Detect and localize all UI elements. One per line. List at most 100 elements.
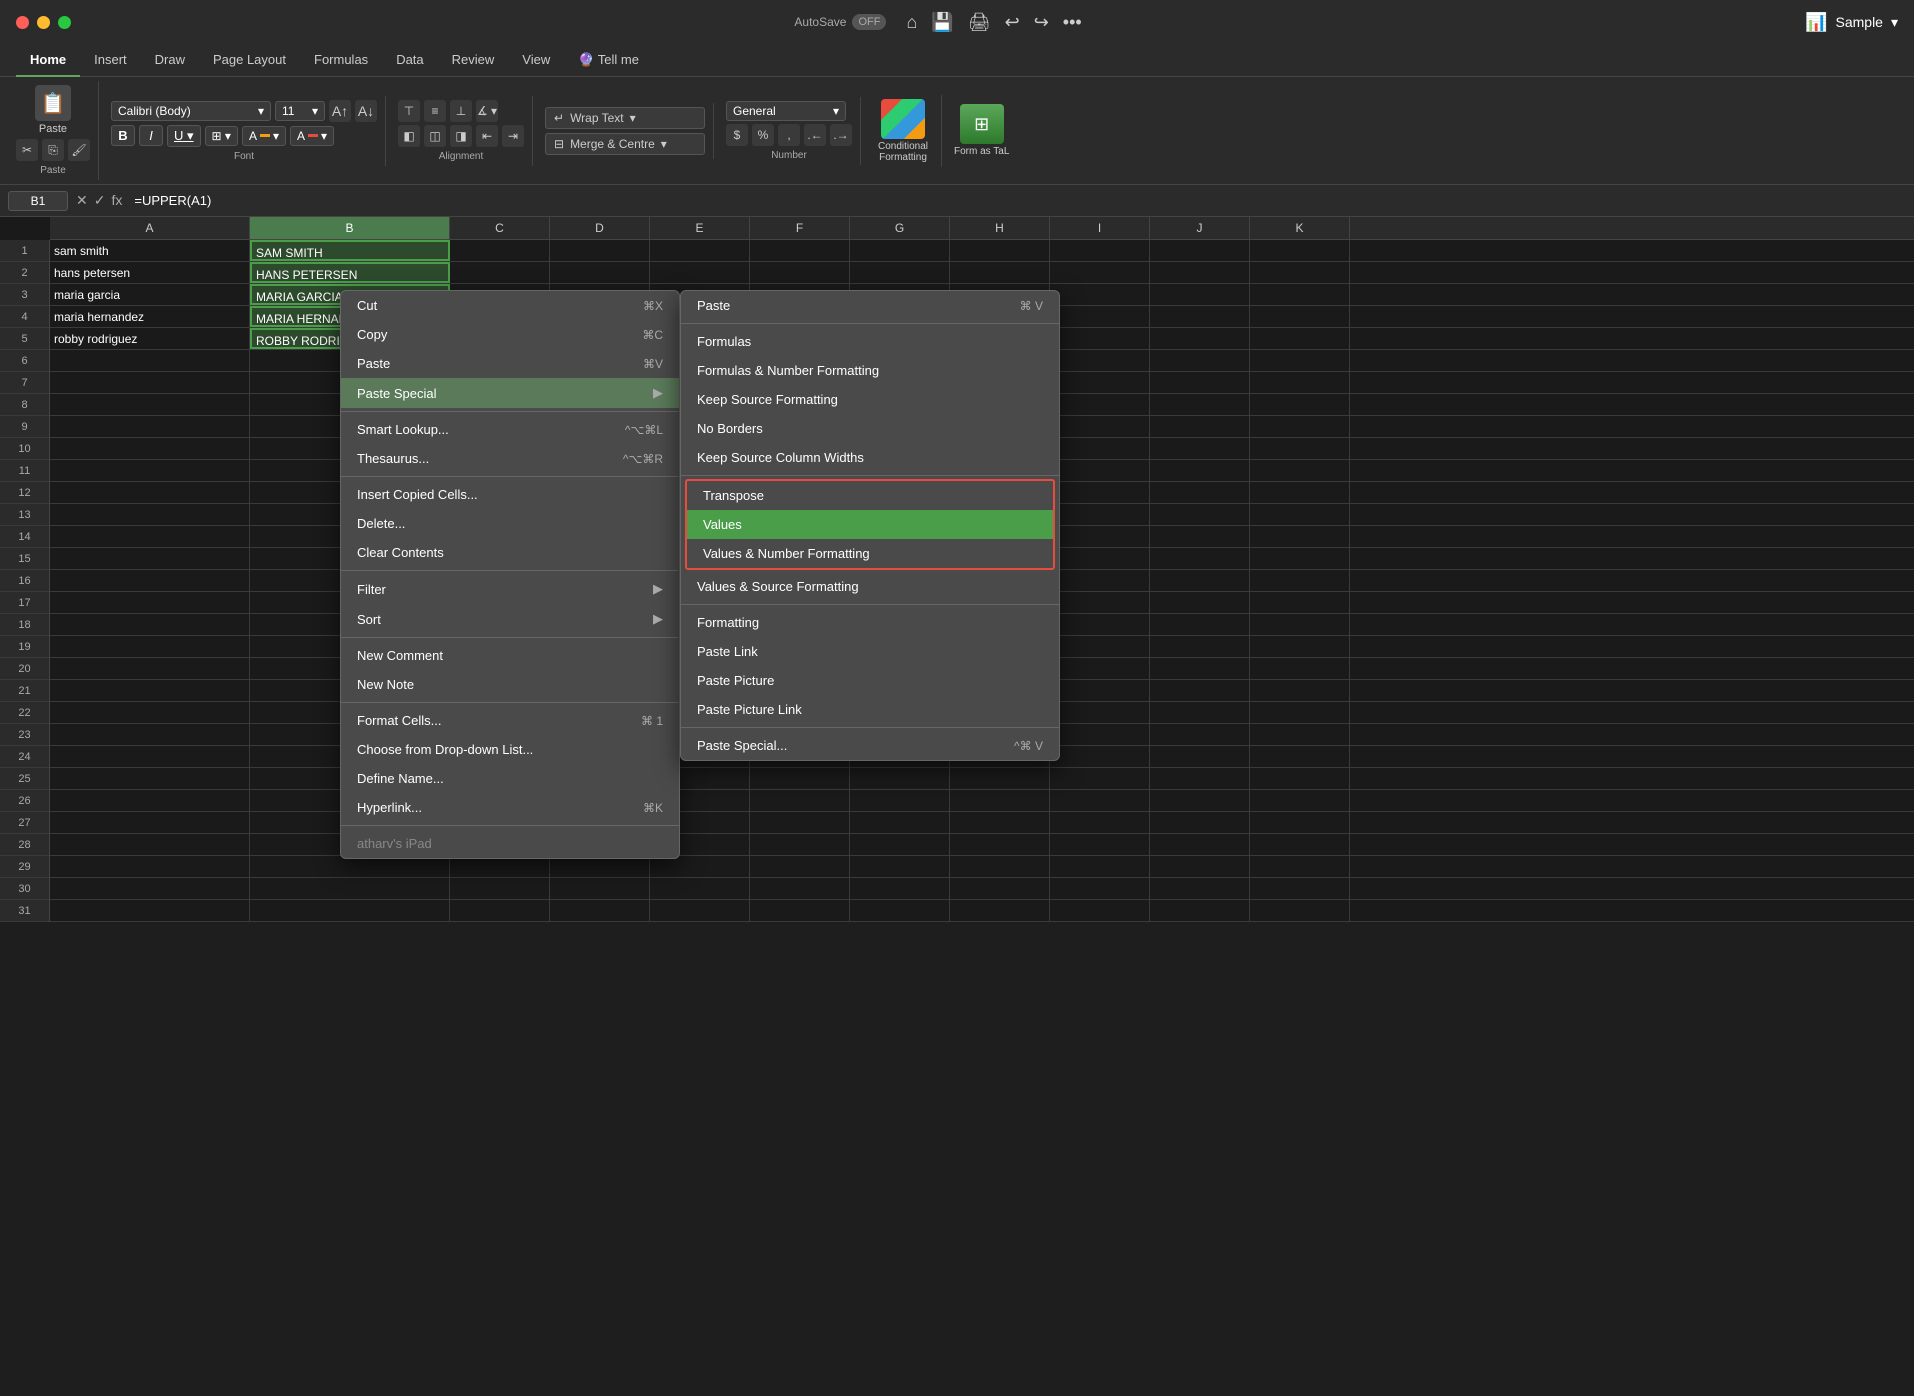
cell-j19[interactable] <box>1150 636 1250 657</box>
cell-i11[interactable] <box>1050 460 1150 481</box>
cell-g31[interactable] <box>850 900 950 921</box>
cell-k25[interactable] <box>1250 768 1350 789</box>
cell-h27[interactable] <box>950 812 1050 833</box>
cell-i26[interactable] <box>1050 790 1150 811</box>
cell-j27[interactable] <box>1150 812 1250 833</box>
increase-font-icon[interactable]: A↑ <box>329 100 351 122</box>
cell-c31[interactable] <box>450 900 550 921</box>
cell-a25[interactable] <box>50 768 250 789</box>
cell-g26[interactable] <box>850 790 950 811</box>
cell-k26[interactable] <box>1250 790 1350 811</box>
ctx-new-note[interactable]: New Note <box>341 670 679 699</box>
cell-j4[interactable] <box>1150 306 1250 327</box>
cell-j2[interactable] <box>1150 262 1250 283</box>
cell-f1[interactable] <box>750 240 850 261</box>
cell-i2[interactable] <box>1050 262 1150 283</box>
cell-a4[interactable]: maria hernandez <box>50 306 250 327</box>
cell-a27[interactable] <box>50 812 250 833</box>
percent-icon[interactable]: % <box>752 124 774 146</box>
cell-k2[interactable] <box>1250 262 1350 283</box>
cell-a7[interactable] <box>50 372 250 393</box>
cell-i3[interactable] <box>1050 284 1150 305</box>
cancel-formula-icon[interactable]: ✕ <box>76 192 88 209</box>
col-header-k[interactable]: K <box>1250 217 1350 239</box>
cell-a11[interactable] <box>50 460 250 481</box>
tab-home[interactable]: Home <box>16 44 80 77</box>
home-icon[interactable]: ⌂ <box>906 12 917 33</box>
cell-i27[interactable] <box>1050 812 1150 833</box>
cell-k21[interactable] <box>1250 680 1350 701</box>
cell-b1[interactable]: SAM SMITH <box>250 240 450 261</box>
cell-k22[interactable] <box>1250 702 1350 723</box>
cell-e30[interactable] <box>650 878 750 899</box>
cell-g30[interactable] <box>850 878 950 899</box>
ps-paste-link[interactable]: Paste Link <box>681 637 1059 666</box>
cell-e31[interactable] <box>650 900 750 921</box>
col-header-b[interactable]: B <box>250 217 450 239</box>
cell-g1[interactable] <box>850 240 950 261</box>
ps-keep-source[interactable]: Keep Source Formatting <box>681 385 1059 414</box>
ctx-cut[interactable]: Cut ⌘X <box>341 291 679 320</box>
cell-a30[interactable] <box>50 878 250 899</box>
ctx-clear-contents[interactable]: Clear Contents <box>341 538 679 567</box>
cell-a3[interactable]: maria garcia <box>50 284 250 305</box>
confirm-formula-icon[interactable]: ✓ <box>94 192 106 209</box>
cell-k30[interactable] <box>1250 878 1350 899</box>
cell-i24[interactable] <box>1050 746 1150 767</box>
cell-k14[interactable] <box>1250 526 1350 547</box>
ps-paste-picture-link[interactable]: Paste Picture Link <box>681 695 1059 724</box>
cell-k16[interactable] <box>1250 570 1350 591</box>
cell-k31[interactable] <box>1250 900 1350 921</box>
cell-a16[interactable] <box>50 570 250 591</box>
col-header-f[interactable]: F <box>750 217 850 239</box>
cell-h31[interactable] <box>950 900 1050 921</box>
comma-icon[interactable]: , <box>778 124 800 146</box>
increase-decimal-icon[interactable]: .→ <box>830 124 852 146</box>
ctx-hyperlink[interactable]: Hyperlink... ⌘K <box>341 793 679 822</box>
cell-d2[interactable] <box>550 262 650 283</box>
cell-i22[interactable] <box>1050 702 1150 723</box>
cell-a19[interactable] <box>50 636 250 657</box>
cell-g2[interactable] <box>850 262 950 283</box>
cell-i31[interactable] <box>1050 900 1150 921</box>
cell-i20[interactable] <box>1050 658 1150 679</box>
cell-j6[interactable] <box>1150 350 1250 371</box>
cell-a28[interactable] <box>50 834 250 855</box>
align-top-icon[interactable]: ⊤ <box>398 100 420 122</box>
col-header-g[interactable]: G <box>850 217 950 239</box>
cell-i6[interactable] <box>1050 350 1150 371</box>
col-header-a[interactable]: A <box>50 217 250 239</box>
ps-paste[interactable]: Paste ⌘ V <box>681 291 1059 320</box>
tab-draw[interactable]: Draw <box>141 44 199 76</box>
cell-j24[interactable] <box>1150 746 1250 767</box>
decrease-font-icon[interactable]: A↓ <box>355 100 377 122</box>
cell-k23[interactable] <box>1250 724 1350 745</box>
cell-k24[interactable] <box>1250 746 1350 767</box>
col-header-c[interactable]: C <box>450 217 550 239</box>
ctx-paste-special[interactable]: Paste Special ▶ <box>341 378 679 408</box>
cell-j3[interactable] <box>1150 284 1250 305</box>
cell-j28[interactable] <box>1150 834 1250 855</box>
cell-i30[interactable] <box>1050 878 1150 899</box>
cell-b29[interactable] <box>250 856 450 877</box>
cell-k10[interactable] <box>1250 438 1350 459</box>
cell-j12[interactable] <box>1150 482 1250 503</box>
cell-c1[interactable] <box>450 240 550 261</box>
tab-tell-me[interactable]: 🔮 Tell me <box>564 44 653 76</box>
cell-h26[interactable] <box>950 790 1050 811</box>
cell-i12[interactable] <box>1050 482 1150 503</box>
cell-j21[interactable] <box>1150 680 1250 701</box>
cell-b30[interactable] <box>250 878 450 899</box>
cell-a26[interactable] <box>50 790 250 811</box>
text-angle-icon[interactable]: ∡ ▾ <box>476 100 498 122</box>
font-size-dropdown[interactable]: 11 ▾ <box>275 101 325 121</box>
cell-g28[interactable] <box>850 834 950 855</box>
cell-j1[interactable] <box>1150 240 1250 261</box>
indent-less-icon[interactable]: ⇤ <box>476 125 498 147</box>
cell-i17[interactable] <box>1050 592 1150 613</box>
cell-k20[interactable] <box>1250 658 1350 679</box>
col-header-d[interactable]: D <box>550 217 650 239</box>
cell-h30[interactable] <box>950 878 1050 899</box>
cell-a1[interactable]: sam smith <box>50 240 250 261</box>
cell-a5[interactable]: robby rodriguez <box>50 328 250 349</box>
